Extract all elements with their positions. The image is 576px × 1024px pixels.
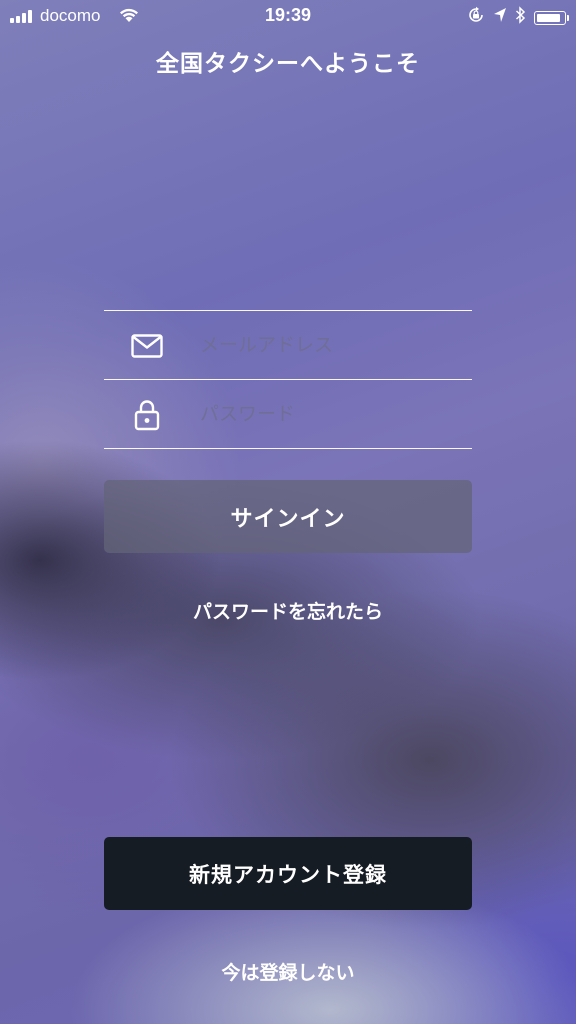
envelope-icon — [130, 330, 164, 362]
location-arrow-icon — [493, 7, 507, 28]
lock-icon — [130, 399, 164, 431]
page-title: 全国タクシーへようこそ — [156, 51, 420, 77]
battery-icon — [534, 10, 569, 25]
email-field-row — [104, 310, 472, 379]
forgot-password-link[interactable]: パスワードを忘れたら — [0, 597, 576, 624]
skip-registration-link[interactable]: 今は登録しない — [0, 958, 576, 985]
battery-level — [537, 13, 560, 22]
password-input[interactable] — [200, 394, 450, 434]
register-account-button[interactable]: 新規アカウント登録 — [104, 837, 472, 910]
status-bar: docomo 19:39 — [0, 0, 576, 32]
email-input[interactable] — [200, 325, 450, 365]
status-right-icons — [467, 6, 569, 29]
bluetooth-icon — [515, 6, 526, 29]
login-form — [104, 310, 472, 449]
signin-button[interactable]: サインイン — [104, 480, 472, 553]
orientation-lock-icon — [467, 6, 485, 29]
password-field-row — [104, 379, 472, 449]
